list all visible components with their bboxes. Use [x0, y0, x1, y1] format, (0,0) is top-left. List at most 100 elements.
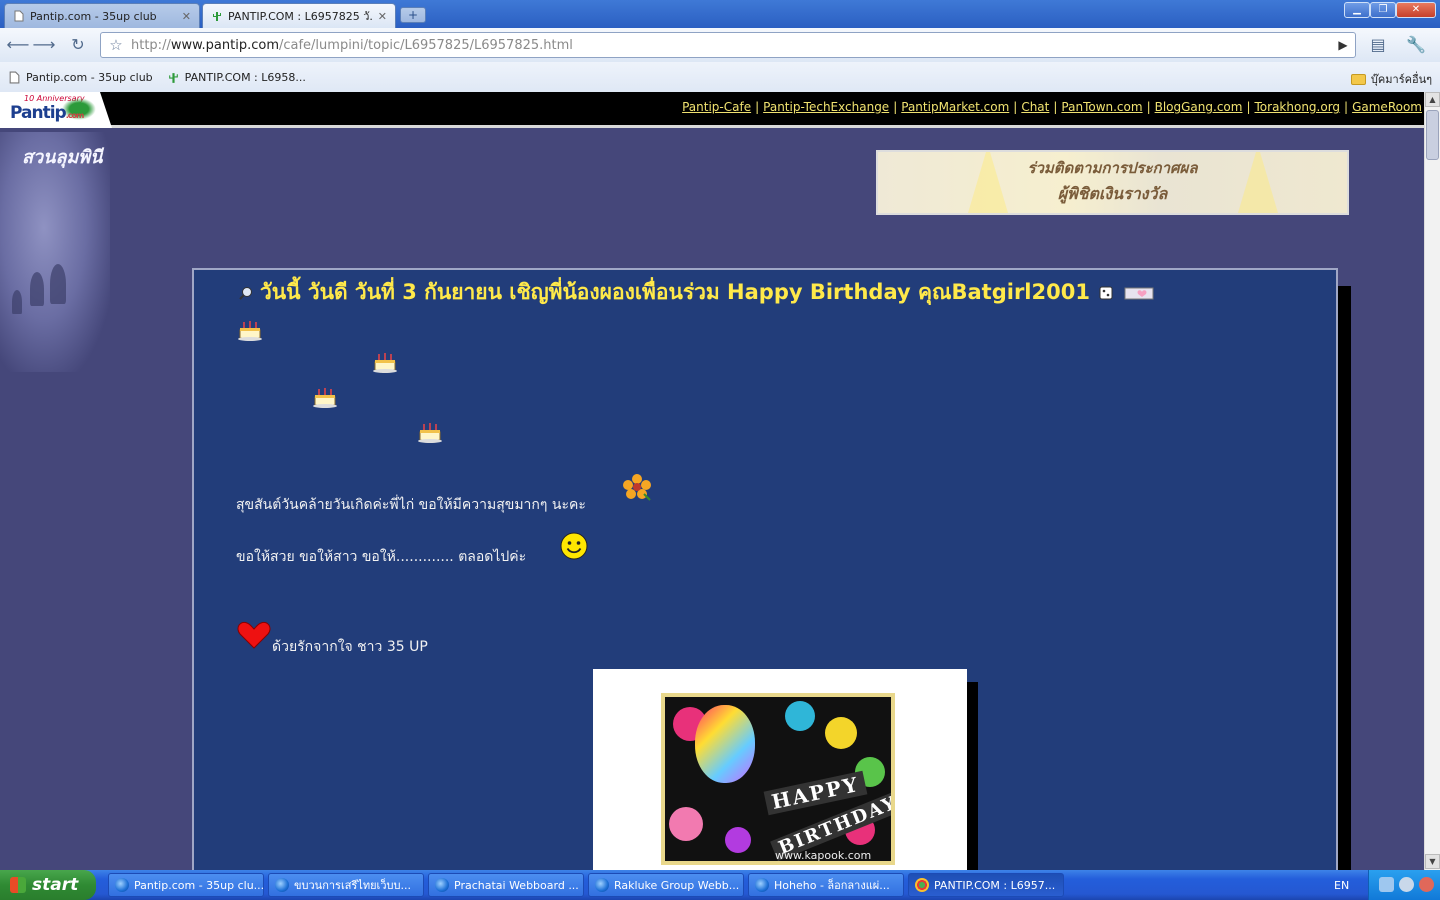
pantip-logo[interactable]: 10 Anniversary Pantip.com — [0, 92, 112, 128]
page-menu-icon[interactable]: ▤ — [1366, 33, 1390, 57]
birthday-cake-icon — [373, 353, 397, 373]
start-label: start — [32, 875, 79, 895]
site-nav-links: Pantip-Cafe | Pantip-TechExchange | PantipMa… — [682, 100, 1422, 114]
link-torakhong[interactable]: Torakhong.org — [1255, 100, 1341, 114]
banner-line-2: ผู้พิชิตเงินรางวัล — [1057, 184, 1168, 203]
site-header: 10 Anniversary Pantip.com Pantip-Cafe | Pa… — [0, 92, 1424, 128]
room-title: สวนลุมพินี — [22, 147, 103, 168]
browser-chrome: Pantip.com - 35up club ✕ PANTIP.COM : L6… — [0, 0, 1440, 92]
scroll-up-icon[interactable]: ▲ — [1425, 92, 1440, 107]
tab-strip: Pantip.com - 35up club ✕ PANTIP.COM : L6… — [0, 0, 1440, 28]
magnifier-icon — [239, 286, 252, 300]
flower-icon — [623, 474, 651, 501]
ie-icon — [435, 878, 449, 892]
tab-label: Pantip.com - 35up club — [30, 9, 157, 23]
browser-toolbar: ⟵ ⟶ ↻ ☆ http://www.pantip.com/cafe/lumpi… — [0, 28, 1440, 62]
link-bloggang[interactable]: BlogGang.com — [1155, 100, 1243, 114]
topic-title: วันนี้ วันดี วันที่ 3 กันยายน เชิญพี่น้อ… — [238, 276, 1154, 309]
smiley-icon — [560, 532, 588, 560]
taskbar-item-label: PANTIP.COM : L6957... — [934, 878, 1056, 892]
bookmark-label: Pantip.com - 35up club — [26, 70, 153, 84]
heart-icon — [237, 621, 271, 649]
other-bookmarks-label: บุ๊คมาร์คอื่นๆ — [1370, 73, 1432, 86]
close-tab-icon[interactable]: ✕ — [182, 10, 191, 23]
scroll-thumb[interactable] — [1426, 110, 1439, 160]
cactus-icon — [213, 12, 221, 21]
system-tray — [1368, 870, 1440, 900]
close-window-button[interactable]: ✕ — [1396, 2, 1436, 18]
back-button[interactable]: ⟵ — [6, 33, 30, 57]
logo-name: Pantip.com — [10, 103, 84, 123]
windows-logo-icon — [10, 877, 26, 893]
new-tab-button[interactable]: + — [400, 7, 426, 23]
dice-emoticon-icon — [1099, 286, 1113, 299]
birthday-cake-icon — [418, 423, 442, 443]
reload-icon[interactable]: ↻ — [66, 33, 90, 57]
start-button[interactable]: start — [0, 870, 96, 900]
banner-line-1: ร่วมติดตามการประกาศผล — [1027, 159, 1198, 177]
bookmark-pantip-35up[interactable]: Pantip.com - 35up club — [8, 71, 153, 84]
volume-icon[interactable] — [1399, 877, 1414, 892]
taskbar-item[interactable]: Hoheho - ล็อกลางแผ่... — [748, 873, 904, 897]
taskbar-item-label: Rakluke Group Webb... — [614, 878, 740, 892]
ie-icon — [755, 878, 769, 892]
link-techexchange[interactable]: Pantip-TechExchange — [763, 100, 889, 114]
bookmark-pantip-topic[interactable]: PANTIP.COM : L6958... — [167, 71, 306, 84]
ie-icon — [595, 878, 609, 892]
love-emoticon-icon — [1124, 287, 1154, 299]
taskbar-item[interactable]: Prachatai Webboard ... — [428, 873, 584, 897]
close-tab-icon[interactable]: ✕ — [378, 10, 387, 23]
web-page: 10 Anniversary Pantip.com Pantip-Cafe | Pa… — [0, 92, 1424, 870]
birthday-card-image: HAPPY BIRTHDAY www.kapook.com — [593, 669, 967, 870]
ball-shape — [785, 701, 815, 731]
ie-icon — [115, 878, 129, 892]
taskbar-item-active[interactable]: PANTIP.COM : L6957... — [908, 873, 1064, 897]
language-indicator[interactable]: EN — [1334, 879, 1349, 892]
lumpini-room-art[interactable]: สวนลุมพินี — [0, 132, 110, 372]
topic-post: วันนี้ วันดี วันที่ 3 กันยายน เชิญพี่น้อ… — [192, 268, 1338, 870]
scroll-down-icon[interactable]: ▼ — [1425, 854, 1440, 869]
taskbar-item[interactable]: Rakluke Group Webb... — [588, 873, 744, 897]
taskbar-item[interactable]: Pantip.com - 35up clu... — [108, 873, 264, 897]
tab-pantip-35up[interactable]: Pantip.com - 35up club ✕ — [4, 3, 200, 28]
link-gameroom[interactable]: GameRoom — [1352, 100, 1422, 114]
forward-button[interactable]: ⟶ — [32, 33, 56, 57]
tab-pantip-topic[interactable]: PANTIP.COM : L6957825 วั... ✕ — [202, 3, 396, 28]
tab-label: PANTIP.COM : L6957825 วั... — [228, 10, 372, 23]
folder-icon — [1350, 73, 1366, 85]
wish-line-1: สุขสันต์วันคล้ายวันเกิดค่ะพี่ไก่ ขอให้มี… — [236, 497, 586, 513]
birthday-cake-icon — [313, 388, 337, 408]
wish-line-2: ขอให้สวย ขอให้สาว ขอให้............. ตลอ… — [236, 549, 527, 565]
go-icon[interactable]: ▶ — [1335, 37, 1351, 53]
taskbar-item-label: Hoheho - ล็อกลางแผ่... — [774, 879, 890, 892]
ie-icon — [275, 878, 289, 892]
address-bar[interactable]: ☆ http://www.pantip.com/cafe/lumpini/top… — [100, 32, 1356, 58]
network-icon[interactable] — [1379, 877, 1394, 892]
card-frame: HAPPY BIRTHDAY www.kapook.com — [661, 693, 895, 865]
windows-taskbar: start Pantip.com - 35up clu... ขบวนการเส… — [0, 870, 1440, 900]
ball-shape — [725, 827, 751, 853]
page-icon — [14, 10, 24, 22]
announcement-banner[interactable]: ร่วมติดตามการประกาศผล ผู้พิชิตเงินรางวัล — [876, 150, 1349, 215]
balloon-shape — [695, 705, 755, 783]
wrench-icon[interactable]: 🔧 — [1404, 33, 1428, 57]
page-icon — [9, 71, 20, 83]
vertical-scrollbar[interactable]: ▲ ▼ — [1424, 92, 1440, 870]
taskbar-item-label: ขบวนการเสรีไทยเว็บบ... — [294, 879, 411, 892]
link-pantown[interactable]: PanTown.com — [1061, 100, 1142, 114]
figure-shape — [12, 290, 22, 314]
taskbar-item[interactable]: ขบวนการเสรีไทยเว็บบ... — [268, 873, 424, 897]
link-pantip-cafe[interactable]: Pantip-Cafe — [682, 100, 751, 114]
minimize-button[interactable]: ▁ — [1344, 2, 1370, 18]
url-text[interactable]: http://www.pantip.com/cafe/lumpini/topic… — [131, 38, 573, 53]
star-icon[interactable]: ☆ — [101, 36, 131, 54]
topic-title-text: วันนี้ วันดี วันที่ 3 กันยายน เชิญพี่น้อ… — [260, 280, 1090, 304]
card-credit: www.kapook.com — [775, 849, 872, 862]
security-icon[interactable] — [1419, 877, 1434, 892]
birthday-cake-icon — [238, 321, 262, 341]
other-bookmarks[interactable]: บุ๊คมาร์คอื่นๆ — [1350, 70, 1432, 88]
ball-shape — [669, 807, 703, 841]
restore-button[interactable]: ❐ — [1370, 2, 1396, 18]
link-pantipmarket[interactable]: PantipMarket.com — [901, 100, 1009, 114]
link-chat[interactable]: Chat — [1021, 100, 1049, 114]
